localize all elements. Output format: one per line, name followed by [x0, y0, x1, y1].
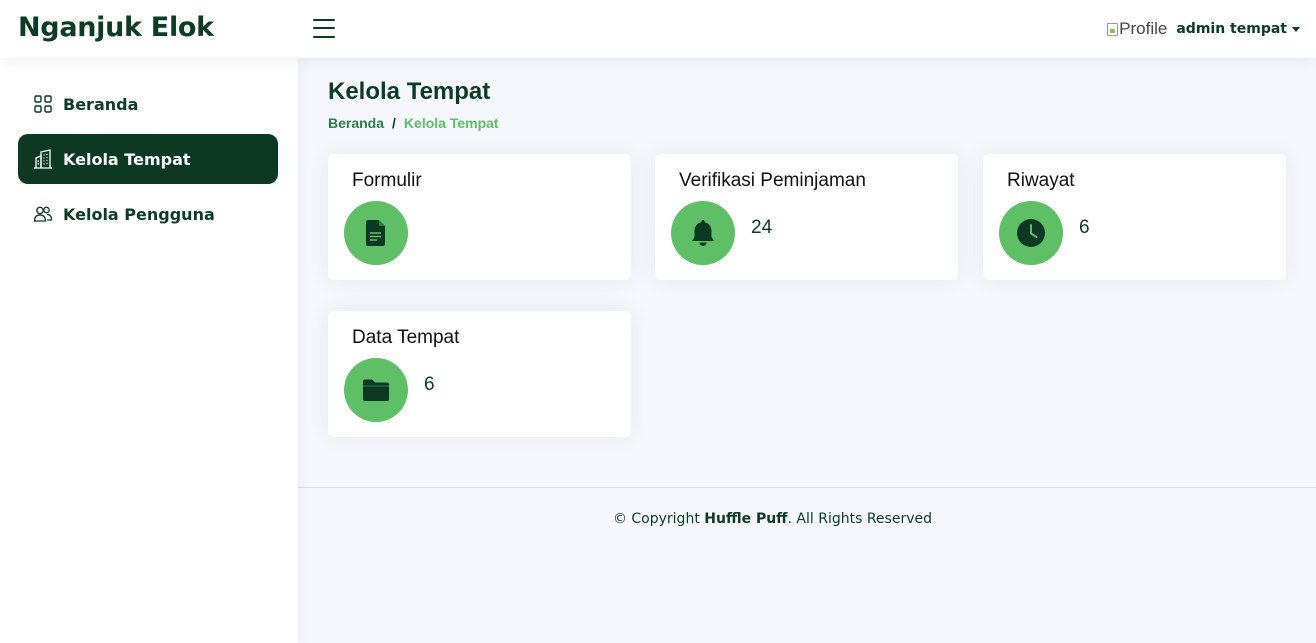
card-data-tempat[interactable]: Data Tempat 6	[328, 311, 631, 437]
profile-avatar-alt: Profile	[1119, 19, 1168, 38]
profile-name[interactable]: admin tempat	[1176, 21, 1287, 37]
sidebar-item-beranda[interactable]: Beranda	[18, 79, 278, 129]
card-count: 6	[424, 374, 435, 395]
card-count: 24	[751, 217, 773, 238]
card-verifikasi-peminjaman[interactable]: Verifikasi Peminjaman 24	[655, 154, 958, 280]
card-count: 6	[1079, 217, 1090, 238]
card-title: Riwayat	[1007, 170, 1075, 191]
building-icon	[33, 149, 53, 169]
folder-icon	[344, 358, 408, 422]
footer-copyright: © Copyright Huffle Puff. All Rights Rese…	[298, 511, 932, 527]
page-title: Kelola Tempat	[328, 78, 491, 105]
card-title: Formulir	[352, 170, 422, 191]
profile-avatar[interactable]: Profile	[1107, 19, 1167, 39]
hamburger-menu-icon[interactable]	[313, 19, 335, 38]
profile-dropdown[interactable]: Profile admin tempat	[1107, 18, 1300, 40]
people-icon	[33, 204, 53, 224]
sidebar-item-kelola-pengguna[interactable]: Kelola Pengguna	[18, 189, 278, 239]
footer-suffix: . All Rights Reserved	[787, 511, 932, 527]
breadcrumb: Beranda / Kelola Tempat	[328, 115, 499, 131]
hamburger-line	[313, 36, 335, 38]
breadcrumb-separator: /	[392, 115, 396, 131]
sidebar-item-label: Beranda	[63, 94, 139, 114]
broken-image-icon	[1107, 22, 1119, 36]
brand-logo[interactable]: Nganjuk Elok	[18, 12, 214, 43]
footer-brand: Huffle Puff	[704, 511, 788, 527]
clock-icon	[999, 201, 1063, 265]
card-title: Data Tempat	[352, 327, 460, 348]
footer: © Copyright Huffle Puff. All Rights Rese…	[298, 487, 1316, 527]
bell-icon	[671, 201, 735, 265]
card-title: Verifikasi Peminjaman	[679, 170, 866, 191]
sidebar: Beranda Kelola Tempat Kelola Pengguna	[0, 58, 298, 643]
card-formulir[interactable]: Formulir	[328, 154, 631, 280]
footer-prefix: © Copyright	[612, 511, 705, 527]
sidebar-item-label: Kelola Pengguna	[63, 204, 215, 224]
grid-icon	[33, 94, 53, 114]
top-header: Nganjuk Elok Profile admin tempat	[0, 0, 1316, 58]
breadcrumb-home-link[interactable]: Beranda	[328, 115, 384, 131]
hamburger-line	[313, 19, 335, 21]
sidebar-item-kelola-tempat[interactable]: Kelola Tempat	[18, 134, 278, 184]
caret-down-icon[interactable]	[1292, 26, 1300, 32]
card-riwayat[interactable]: Riwayat 6	[983, 154, 1286, 280]
sidebar-item-label: Kelola Tempat	[63, 149, 191, 169]
breadcrumb-current: Kelola Tempat	[403, 115, 499, 131]
hamburger-line	[313, 27, 335, 29]
document-icon	[344, 201, 408, 265]
